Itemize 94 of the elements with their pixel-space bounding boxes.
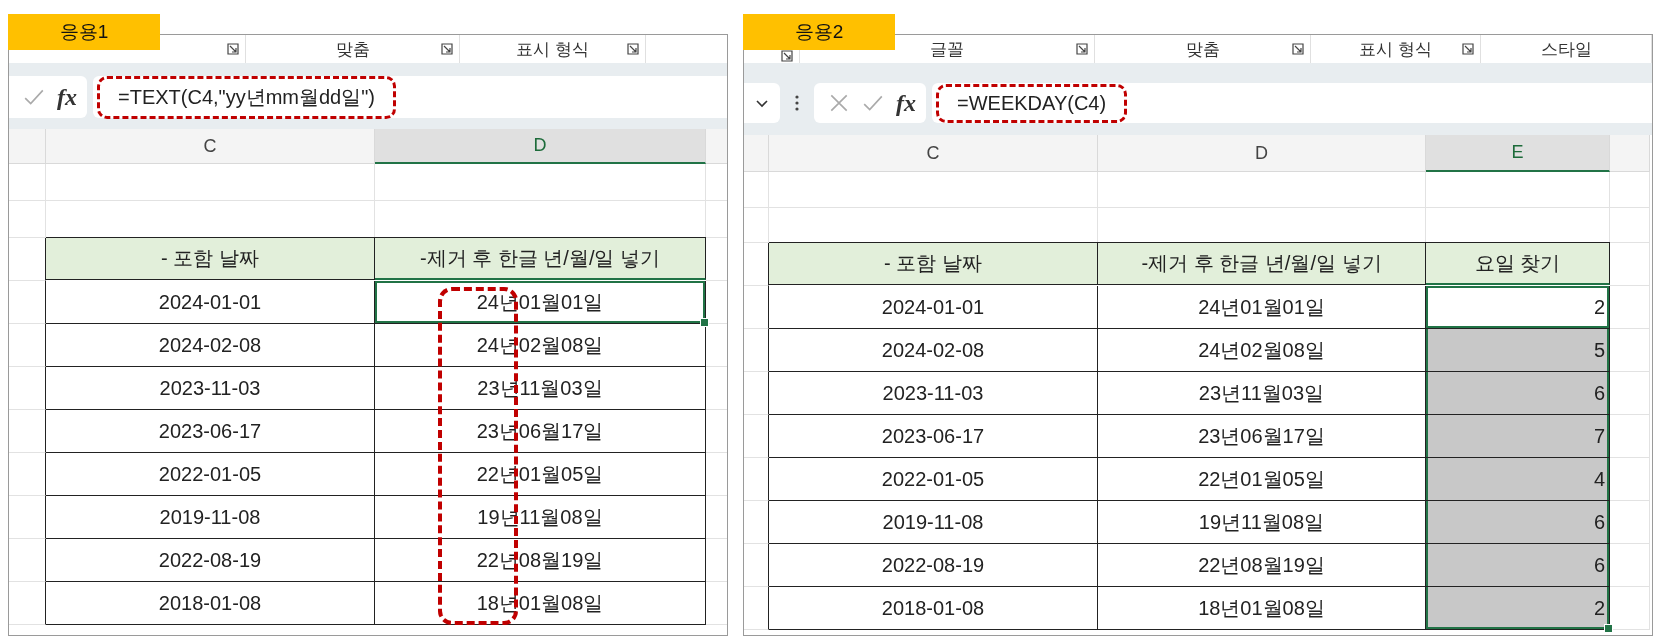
table-cell: 23년11월03일	[375, 367, 706, 410]
table-cell: 2023-06-17	[769, 415, 1098, 458]
table-cell: 2	[1426, 587, 1610, 630]
table-cell: 2018-01-08	[769, 587, 1098, 630]
launcher-icon[interactable]	[781, 50, 793, 62]
ribbon-group-label: 스타일	[1540, 38, 1592, 61]
table-cell: 24년01월01일	[1098, 286, 1426, 329]
table-cell: 2019-11-08	[769, 501, 1098, 544]
table-header-cell: -제거 후 한글 년/월/일 넣기	[1098, 242, 1426, 285]
section-badge: 응용1	[8, 14, 160, 50]
table-cell: 2018-01-08	[46, 582, 375, 625]
grid-cell	[1610, 243, 1650, 286]
table-cell: 2023-11-03	[769, 372, 1098, 415]
more-icon[interactable]	[794, 94, 800, 112]
table-header-cell: 요일 찾기	[1426, 242, 1610, 285]
ribbon-group-label: 표시 형식	[1359, 38, 1432, 61]
formula-field[interactable]: =WEEKDAY(C4)	[932, 83, 1652, 123]
table-cell: 22년01월05일	[375, 453, 706, 496]
column-header[interactable]: D	[375, 129, 706, 164]
table-cell: 5	[1426, 329, 1610, 372]
launcher-icon[interactable]	[1462, 43, 1474, 55]
table-cell: 2022-01-05	[769, 458, 1098, 501]
grid-cell	[9, 164, 46, 201]
grid-cell	[744, 286, 769, 329]
table-cell: 2024-02-08	[769, 329, 1098, 372]
grid-cell	[1610, 415, 1650, 458]
insert-function-button[interactable]: fx	[57, 83, 77, 111]
grid-cell	[744, 207, 769, 243]
launcher-icon[interactable]	[1292, 43, 1304, 55]
grid-cell	[9, 410, 46, 453]
table-cell: 2023-06-17	[46, 410, 375, 453]
table-cell: 2022-01-05	[46, 453, 375, 496]
launcher-icon[interactable]	[1076, 43, 1088, 55]
table-cell: 2019-11-08	[46, 496, 375, 539]
insert-function-button[interactable]: fx	[896, 89, 916, 117]
grid-cell	[9, 539, 46, 582]
table-cell: 4	[1426, 458, 1610, 501]
grid-cell	[9, 453, 46, 496]
grid-cell	[744, 458, 769, 501]
table-cell: 2	[1426, 286, 1610, 329]
ribbon-group-label: 글꼴	[930, 38, 964, 61]
ribbon-group-label: 맞춤	[335, 38, 370, 61]
table-cell: 24년01월01일	[375, 281, 706, 324]
table-cell: 2024-02-08	[46, 324, 375, 367]
table-cell: 2024-01-01	[46, 281, 375, 324]
grid-cell	[1610, 207, 1650, 243]
table-header-cell: -제거 후 한글 년/월/일 넣기	[375, 237, 706, 280]
launcher-icon[interactable]	[627, 43, 639, 55]
table-cell: 6	[1426, 501, 1610, 544]
table-cell: 6	[1426, 372, 1610, 415]
table-cell: 23년06월17일	[375, 410, 706, 453]
grid-cell	[1610, 501, 1650, 544]
grid-cell	[1610, 458, 1650, 501]
column-header[interactable]: E	[1426, 135, 1610, 172]
grid-cell	[9, 367, 46, 410]
formula-field[interactable]: =TEXT(C4,"yy년mm월dd일")	[93, 76, 727, 118]
table-cell: 6	[1426, 544, 1610, 587]
grid-cell	[9, 496, 46, 539]
table-cell: 2022-08-19	[769, 544, 1098, 587]
grid-cell	[9, 324, 46, 367]
grid-cell	[1610, 172, 1650, 208]
grid-cell	[744, 172, 769, 208]
section-badge: 응용2	[743, 14, 895, 50]
grid-cell	[1610, 544, 1650, 587]
column-header[interactable]: C	[46, 129, 375, 164]
grid-cell	[744, 329, 769, 372]
ribbon-group-label: 맞춤	[1185, 38, 1220, 61]
table-cell: 2024-01-01	[769, 286, 1098, 329]
grid-cell	[1610, 329, 1650, 372]
table-cell: 2023-11-03	[46, 367, 375, 410]
grid-cell	[744, 372, 769, 415]
table-cell: 2022-08-19	[46, 539, 375, 582]
grid-cell	[1610, 587, 1650, 630]
column-header[interactable]: C	[769, 135, 1098, 172]
grid-cell	[744, 544, 769, 587]
table-header-cell: - 포함 날짜	[46, 237, 375, 280]
grid-cell	[1610, 286, 1650, 329]
table-header-cell: - 포함 날짜	[769, 242, 1098, 285]
grid-cell	[9, 582, 46, 625]
ribbon-group-label: 표시 형식	[516, 38, 589, 61]
table-cell: 22년08월19일	[375, 539, 706, 582]
column-header[interactable]: D	[1098, 135, 1426, 172]
grid-cell	[1610, 372, 1650, 415]
launcher-icon[interactable]	[441, 43, 453, 55]
grid-cell	[9, 201, 46, 238]
launcher-icon[interactable]	[227, 43, 239, 55]
table-cell: 18년01월08일	[1098, 587, 1426, 630]
grid-cell	[9, 281, 46, 324]
grid-cell	[744, 587, 769, 630]
table-cell: 19년11월08일	[375, 496, 706, 539]
table-cell: 24년02월08일	[375, 324, 706, 367]
table-cell: 7	[1426, 415, 1610, 458]
grid-cell	[744, 415, 769, 458]
grid-cell	[744, 501, 769, 544]
